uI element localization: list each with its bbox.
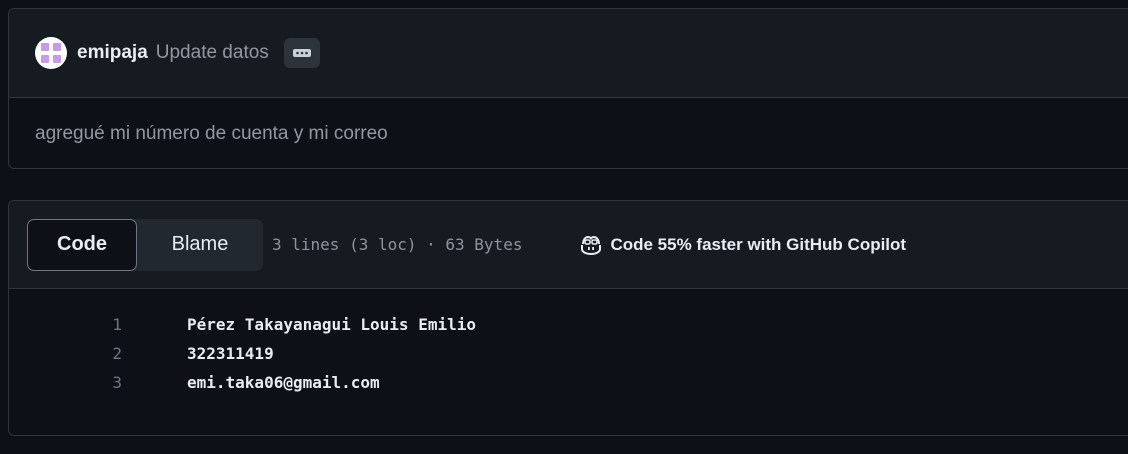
kebab-horizontal-icon bbox=[292, 49, 311, 57]
view-mode-toggle: Code Blame bbox=[27, 218, 263, 271]
line-number[interactable]: 1 bbox=[9, 315, 122, 334]
line-number[interactable]: 3 bbox=[9, 373, 122, 392]
commit-author[interactable]: emipaja bbox=[77, 42, 148, 64]
commit-message: agregué mi número de cuenta y mi correo bbox=[9, 98, 1128, 168]
copilot-promo-link[interactable]: Code 55% faster with GitHub Copilot bbox=[580, 235, 906, 255]
tab-blame[interactable]: Blame bbox=[137, 219, 263, 271]
code-listing: 1 Pérez Takayanagui Louis Emilio 2 32231… bbox=[9, 289, 1128, 397]
code-line: 2 322311419 bbox=[9, 339, 1128, 368]
line-content: 322311419 bbox=[187, 344, 274, 363]
commit-box: emipaja Update datos agregué mi número d… bbox=[8, 8, 1128, 169]
commit-page: emipaja Update datos agregué mi número d… bbox=[0, 0, 1128, 454]
line-content: emi.taka06@gmail.com bbox=[187, 373, 380, 392]
avatar-pixel bbox=[41, 55, 49, 63]
copilot-icon bbox=[580, 235, 602, 255]
avatar-pixel bbox=[41, 43, 49, 51]
copilot-promo-label: Code 55% faster with GitHub Copilot bbox=[610, 234, 907, 254]
commit-header: emipaja Update datos bbox=[9, 9, 1128, 98]
avatar-pixel bbox=[53, 43, 61, 51]
tab-code[interactable]: Code bbox=[27, 218, 137, 271]
commit-title[interactable]: Update datos bbox=[156, 42, 269, 64]
file-toolbar: Code Blame 3 lines (3 loc) · 63 Bytes Co… bbox=[9, 201, 1128, 289]
code-line: 3 emi.taka06@gmail.com bbox=[9, 368, 1128, 397]
code-line: 1 Pérez Takayanagui Louis Emilio bbox=[9, 310, 1128, 339]
line-content: Pérez Takayanagui Louis Emilio bbox=[187, 315, 476, 334]
file-viewer: Code Blame 3 lines (3 loc) · 63 Bytes Co… bbox=[8, 200, 1128, 436]
line-number[interactable]: 2 bbox=[9, 344, 122, 363]
avatar-pixel bbox=[53, 55, 61, 63]
avatar[interactable] bbox=[35, 37, 67, 69]
expand-commit-button[interactable] bbox=[283, 38, 320, 68]
file-stats: 3 lines (3 loc) · 63 Bytes bbox=[272, 235, 523, 254]
